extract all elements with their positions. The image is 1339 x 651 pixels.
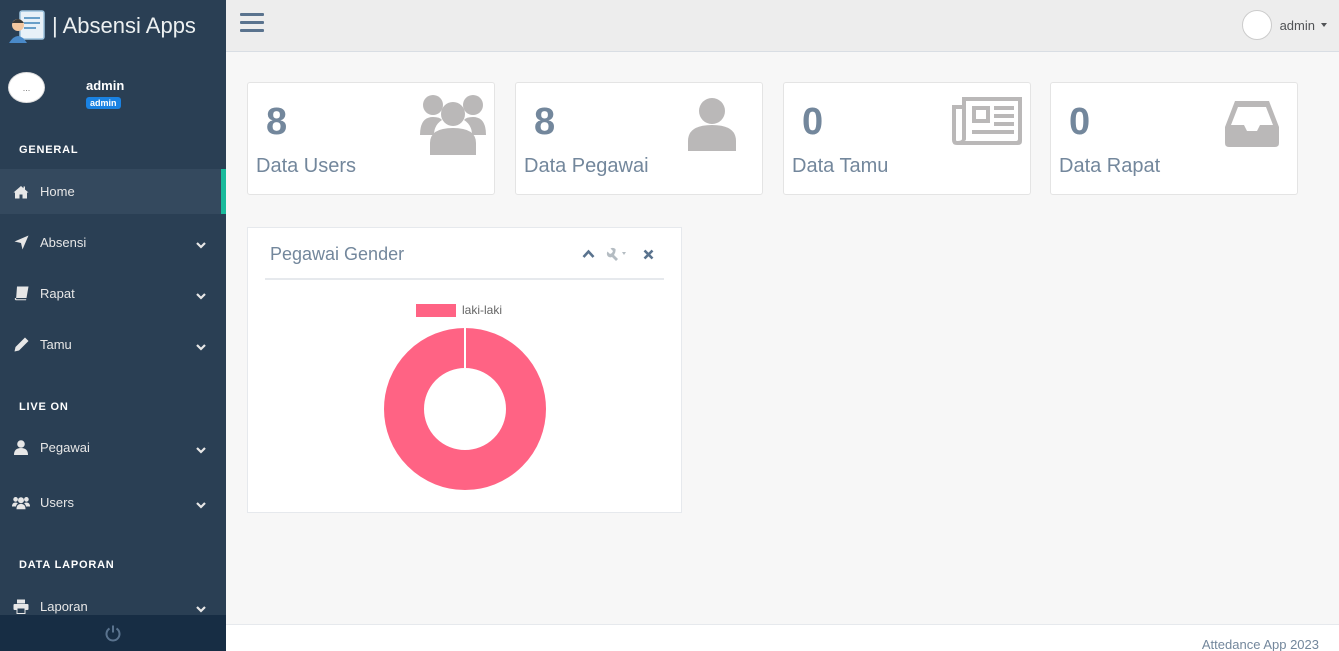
- sidebar-item-label: Tamu: [40, 337, 72, 352]
- sidebar-item-absensi[interactable]: Absensi: [0, 220, 226, 265]
- profile-avatar: ...: [8, 72, 45, 103]
- gender-doughnut-chart: [384, 328, 546, 490]
- profile-name: admin: [86, 78, 125, 93]
- pencil-icon: [12, 337, 30, 353]
- chevron-down-icon: [196, 238, 206, 249]
- page-footer: Attedance App 2023: [226, 624, 1339, 651]
- tile-count: 8: [266, 101, 288, 143]
- users-icon: [12, 495, 30, 511]
- users-icon: [420, 93, 486, 160]
- sidebar-item-home[interactable]: Home: [0, 169, 226, 214]
- tile-data-pegawai: 8 Data Pegawai: [515, 82, 763, 195]
- tile-count: 8: [534, 101, 556, 143]
- tile-label: Data Tamu: [792, 155, 889, 177]
- tile-label: Data Rapat: [1059, 155, 1161, 177]
- tile-label: Data Pegawai: [524, 155, 649, 177]
- caret-down-icon: [1321, 23, 1327, 27]
- sidebar-item-label: Rapat: [40, 286, 75, 301]
- role-badge: admin: [86, 97, 121, 109]
- section-title-data-laporan: DATA LAPORAN: [19, 559, 115, 571]
- tile-data-users: 8 Data Users: [247, 82, 495, 195]
- brand[interactable]: | Absensi Apps: [0, 0, 226, 52]
- app-title: | Absensi Apps: [52, 13, 196, 38]
- sidebar: | Absensi Apps ... admin admin GENERAL H…: [0, 0, 226, 651]
- tile-count: 0: [802, 101, 824, 143]
- book-icon: [12, 286, 30, 302]
- location-arrow-icon: [12, 235, 30, 251]
- sidebar-item-pegawai[interactable]: Pegawai: [0, 425, 226, 470]
- chevron-down-icon: [196, 340, 206, 351]
- power-icon: [105, 625, 121, 642]
- sidebar-item-label: Absensi: [40, 235, 87, 250]
- tile-data-tamu: 0 Data Tamu: [783, 82, 1031, 195]
- footer-text: Attedance App 2023: [1201, 637, 1319, 651]
- inbox-icon: [1225, 101, 1279, 152]
- section-title-general: GENERAL: [19, 144, 79, 156]
- tile-label: Data Users: [256, 155, 357, 177]
- top-navbar: admin: [226, 0, 1339, 52]
- logout-button[interactable]: [0, 615, 226, 651]
- sidebar-item-label: Home: [40, 184, 75, 199]
- user-avatar: [1241, 10, 1272, 40]
- chevron-down-icon: [196, 289, 206, 300]
- tile-data-rapat: 0 Data Rapat: [1050, 82, 1298, 195]
- avatar-alt-text: ...: [22, 82, 31, 93]
- menu-toggle-button[interactable]: [240, 13, 264, 35]
- chevron-down-icon: [196, 602, 206, 613]
- profile-block: ... admin admin: [0, 52, 226, 118]
- print-icon: [12, 599, 30, 615]
- user-name: admin: [1279, 17, 1315, 33]
- sidebar-item-label: Laporan: [40, 599, 88, 614]
- tile-count: 0: [1069, 101, 1091, 143]
- chevron-down-icon: [196, 498, 206, 509]
- home-icon: [12, 184, 30, 200]
- sidebar-item-tamu[interactable]: Tamu: [0, 322, 226, 367]
- sidebar-item-label: Users: [40, 495, 74, 510]
- chevron-down-icon: [196, 443, 206, 454]
- sidebar-item-rapat[interactable]: Rapat: [0, 271, 226, 316]
- user-menu-dropdown[interactable]: admin: [1241, 10, 1327, 40]
- sidebar-item-label: Pegawai: [40, 440, 90, 455]
- newspaper-icon: [952, 97, 1022, 150]
- user-icon: [12, 440, 30, 456]
- sidebar-item-users[interactable]: Users: [0, 480, 226, 525]
- app-logo-icon: [9, 10, 45, 43]
- section-title-live-on: LIVE ON: [19, 401, 69, 413]
- pegawai-gender-panel: Pegawai Gender laki-laki: [247, 227, 682, 513]
- user-icon: [688, 97, 736, 156]
